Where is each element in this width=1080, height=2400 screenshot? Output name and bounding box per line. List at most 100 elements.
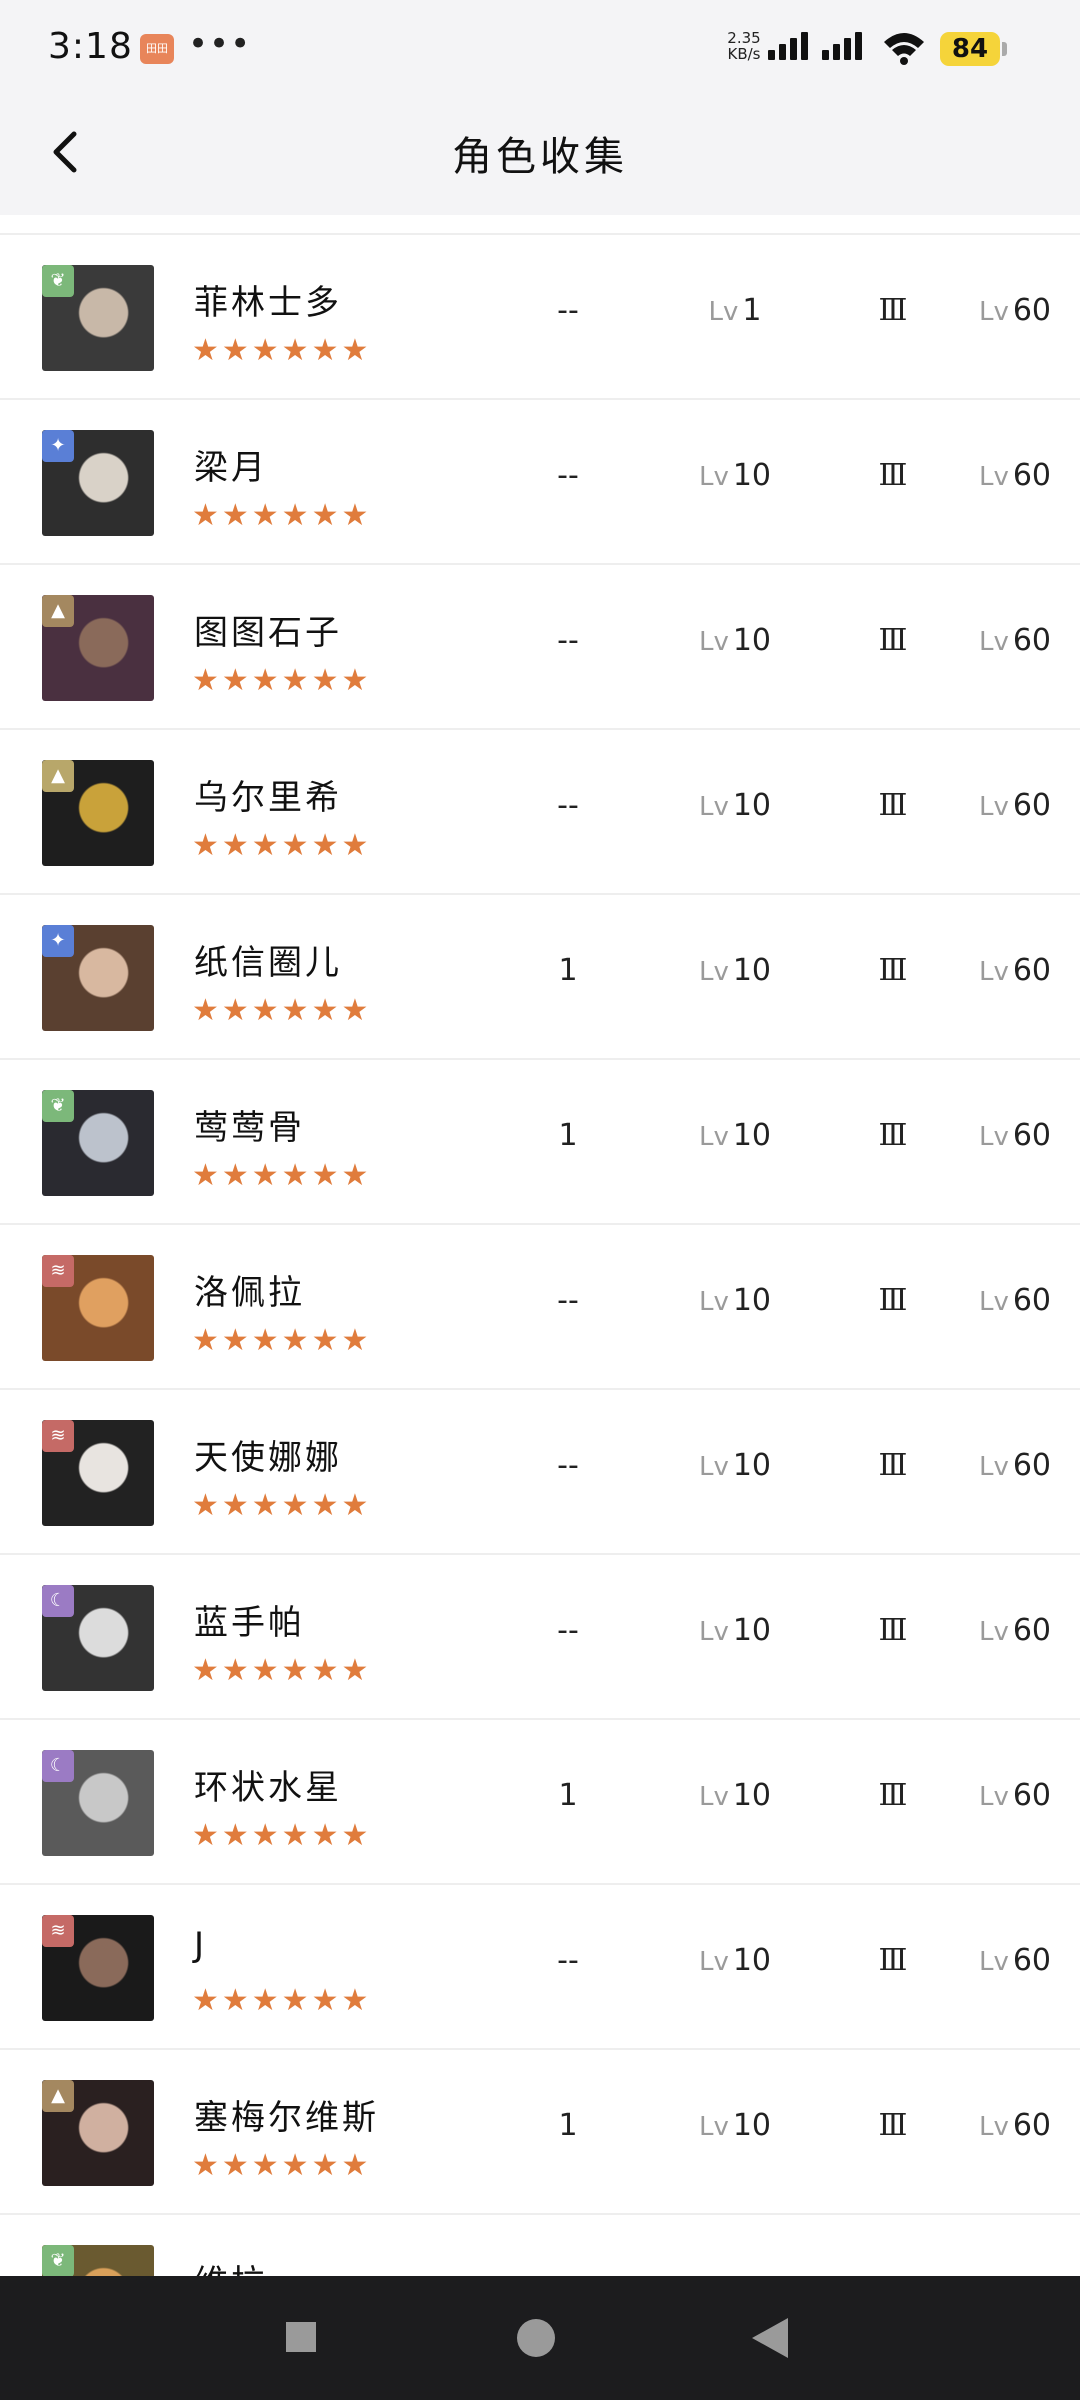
star-icon: ✦ xyxy=(42,430,74,462)
mountain-icon: ▲ xyxy=(42,760,74,792)
level-number: 10 xyxy=(732,788,772,823)
max-level-value: Lv 60 xyxy=(960,293,1070,328)
lv-prefix: Lv xyxy=(978,957,1009,987)
level-number: 10 xyxy=(732,1778,772,1813)
character-portrait: ✦ xyxy=(42,925,154,1031)
signal-icon-2 xyxy=(822,32,862,60)
character-row[interactable]: ≋ 天使娜娜 ★★★★★★ -- Lv 10 Ⅲ Lv 60 xyxy=(0,1390,1080,1555)
character-name: 乌尔里希 xyxy=(194,778,342,818)
character-row[interactable]: ▲ 图图石子 ★★★★★★ -- Lv 10 Ⅲ Lv 60 xyxy=(0,565,1080,730)
max-level-value: Lv 60 xyxy=(960,788,1070,823)
character-row[interactable]: ☾ 环状水星 ★★★★★★ 1 Lv 10 Ⅲ Lv 60 xyxy=(0,1720,1080,1885)
character-name: 维拉 xyxy=(194,2255,268,2276)
character-portrait: ❦ xyxy=(42,265,154,371)
column-a-value: 1 xyxy=(558,953,578,988)
leaf-icon: ❦ xyxy=(42,265,74,297)
top-area: 3:18 田田 ••• 2.35 KB/s 84 角色收集 xyxy=(0,0,1080,215)
lv-prefix: Lv xyxy=(698,2112,729,2142)
max-level-value: Lv 60 xyxy=(960,1448,1070,1483)
lv-prefix: Lv xyxy=(978,2112,1009,2142)
character-row[interactable]: ▲ 塞梅尔维斯 ★★★★★★ 1 Lv 10 Ⅲ Lv 60 xyxy=(0,2050,1080,2215)
character-name: 环状水星 xyxy=(194,1768,342,1808)
wind-icon: ≋ xyxy=(42,1915,74,1947)
leaf-icon: ❦ xyxy=(42,1090,74,1122)
rarity-stars: ★★★★★★ xyxy=(192,663,372,698)
moon-icon: ☾ xyxy=(42,1585,74,1617)
character-portrait: ☾ xyxy=(42,1585,154,1691)
rarity-stars: ★★★★★★ xyxy=(192,993,372,1028)
signal-icon xyxy=(768,32,808,60)
level-number: 10 xyxy=(732,1943,772,1978)
max-level-number: 60 xyxy=(1012,1283,1052,1318)
lv-prefix: Lv xyxy=(978,792,1009,822)
max-level-value: Lv 60 xyxy=(960,1778,1070,1813)
character-portrait: ❦ xyxy=(42,2245,154,2276)
level-value: Lv 10 xyxy=(670,1943,800,1978)
max-level-number: 60 xyxy=(1012,1118,1052,1153)
lv-prefix: Lv xyxy=(698,627,729,657)
level-number: 10 xyxy=(732,1613,772,1648)
tier-value: Ⅲ xyxy=(878,1448,908,1483)
max-level-value: Lv 60 xyxy=(960,458,1070,493)
rarity-stars: ★★★★★★ xyxy=(192,333,372,368)
character-name: 纸信圈儿 xyxy=(194,943,342,983)
status-time: 3:18 xyxy=(48,26,133,67)
level-value: Lv 10 xyxy=(670,1118,800,1153)
max-level-value: Lv 60 xyxy=(960,953,1070,988)
lv-prefix: Lv xyxy=(978,627,1009,657)
lv-prefix: Lv xyxy=(978,1782,1009,1812)
tier-value: Ⅲ xyxy=(878,458,908,493)
back-triangle-icon[interactable] xyxy=(750,2316,790,2360)
character-row[interactable]: ≋ J ★★★★★★ -- Lv 10 Ⅲ Lv 60 xyxy=(0,1885,1080,2050)
max-level-number: 60 xyxy=(1012,953,1052,988)
rarity-stars: ★★★★★★ xyxy=(192,1158,372,1193)
level-value: Lv 10 xyxy=(670,953,800,988)
network-speed-value: 2.35 xyxy=(727,29,761,47)
max-level-value: Lv 60 xyxy=(960,1118,1070,1153)
level-number: 10 xyxy=(732,458,772,493)
character-row[interactable]: ✦ 纸信圈儿 ★★★★★★ 1 Lv 10 Ⅲ Lv 60 xyxy=(0,895,1080,1060)
character-row[interactable]: ❦ 莺莺骨 ★★★★★★ 1 Lv 10 Ⅲ Lv 60 xyxy=(0,1060,1080,1225)
level-value: Lv 10 xyxy=(670,1283,800,1318)
character-row[interactable]: ✦ 梁月 ★★★★★★ -- Lv 10 Ⅲ Lv 60 xyxy=(0,400,1080,565)
max-level-number: 60 xyxy=(1012,1613,1052,1648)
tier-value: Ⅲ xyxy=(878,1118,908,1153)
system-nav-bar xyxy=(0,2276,1080,2400)
battery-tip xyxy=(1002,42,1007,56)
rarity-stars: ★★★★★★ xyxy=(192,1323,372,1358)
character-row[interactable]: ❦ 维拉 ★★★★★★ xyxy=(0,2215,1080,2276)
max-level-number: 60 xyxy=(1012,458,1052,493)
wind-icon: ≋ xyxy=(42,1420,74,1452)
character-list[interactable]: ❦ 菲林士多 ★★★★★★ -- Lv 1 Ⅲ Lv 60 ✦ 梁月 ★★★★★★ … xyxy=(0,233,1080,2276)
lv-prefix: Lv xyxy=(978,1287,1009,1317)
rarity-stars: ★★★★★★ xyxy=(192,498,372,533)
level-number: 10 xyxy=(732,623,772,658)
battery-indicator: 84 xyxy=(940,32,1000,66)
character-row[interactable]: ❦ 菲林士多 ★★★★★★ -- Lv 1 Ⅲ Lv 60 xyxy=(0,235,1080,400)
character-row[interactable]: ▲ 乌尔里希 ★★★★★★ -- Lv 10 Ⅲ Lv 60 xyxy=(0,730,1080,895)
level-value: Lv 10 xyxy=(670,2108,800,2143)
level-value: Lv 10 xyxy=(670,1778,800,1813)
character-portrait: ☾ xyxy=(42,1750,154,1856)
max-level-value: Lv 60 xyxy=(960,1943,1070,1978)
moon-icon: ☾ xyxy=(42,1750,74,1782)
level-value: Lv 1 xyxy=(670,293,800,328)
tier-value: Ⅲ xyxy=(878,1613,908,1648)
max-level-number: 60 xyxy=(1012,2108,1052,2143)
mountain-icon: ▲ xyxy=(42,595,74,627)
recents-square-icon[interactable] xyxy=(284,2320,318,2354)
column-a-value: -- xyxy=(557,788,579,823)
tier-value: Ⅲ xyxy=(878,623,908,658)
lv-prefix: Lv xyxy=(978,462,1009,492)
column-a-value: -- xyxy=(557,1943,579,1978)
lv-prefix: Lv xyxy=(978,297,1009,327)
column-a-value: -- xyxy=(557,458,579,493)
level-value: Lv 10 xyxy=(670,458,800,493)
max-level-value: Lv 60 xyxy=(960,623,1070,658)
home-circle-icon[interactable] xyxy=(516,2318,556,2358)
character-name: 洛佩拉 xyxy=(194,1273,305,1313)
tier-value: Ⅲ xyxy=(878,953,908,988)
character-row[interactable]: ≋ 洛佩拉 ★★★★★★ -- Lv 10 Ⅲ Lv 60 xyxy=(0,1225,1080,1390)
character-row[interactable]: ☾ 蓝手帕 ★★★★★★ -- Lv 10 Ⅲ Lv 60 xyxy=(0,1555,1080,1720)
level-value: Lv 10 xyxy=(670,1448,800,1483)
